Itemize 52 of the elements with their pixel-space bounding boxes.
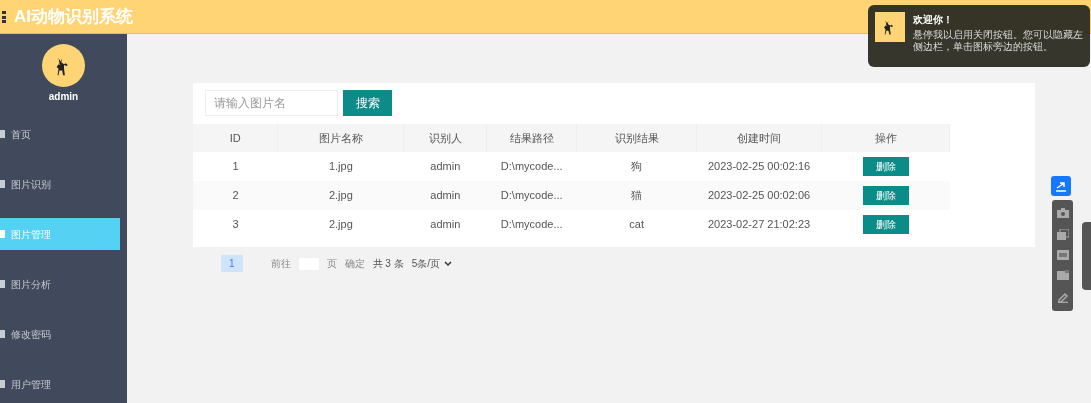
- table-cell: cat: [576, 210, 697, 239]
- images-icon[interactable]: [1056, 228, 1069, 240]
- table-cell: admin: [403, 152, 487, 181]
- toast-title: 欢迎你！: [913, 13, 954, 27]
- column-header: ID: [193, 124, 278, 152]
- sidebar-item[interactable]: 首页: [0, 118, 120, 150]
- caret-icon: [444, 260, 453, 267]
- table-cell: D:\mycode...: [486, 181, 577, 210]
- table-cell: 2023-02-25 00:02:06: [696, 181, 822, 210]
- column-header: 结果路径: [486, 124, 577, 152]
- column-header: 识别结果: [576, 124, 697, 152]
- sidebar-item[interactable]: 图片分析: [0, 268, 120, 300]
- table-cell: 3: [193, 210, 278, 239]
- delete-button[interactable]: 删除: [862, 215, 909, 234]
- table-cell: 2023-02-27 21:02:23: [696, 210, 822, 239]
- page-unit-label: 页: [326, 257, 337, 271]
- table-cell: 2023-02-25 00:02:16: [696, 152, 822, 181]
- table-cell: 2.jpg: [277, 181, 404, 210]
- table-cell: D:\mycode...: [486, 210, 577, 239]
- menu-icon[interactable]: [2, 10, 6, 23]
- table-cell: admin: [403, 181, 487, 210]
- column-header: 创建时间: [696, 124, 822, 152]
- search-button[interactable]: 搜索: [343, 90, 392, 116]
- delete-button[interactable]: 删除: [862, 157, 909, 176]
- sidebar-item[interactable]: 修改密码: [0, 318, 120, 350]
- app-title: AI动物识别系统: [14, 5, 133, 28]
- table-cell: 1: [193, 152, 278, 181]
- table-cell: admin: [403, 210, 487, 239]
- user-name: admin: [48, 90, 79, 104]
- delete-button[interactable]: 删除: [862, 186, 909, 205]
- table-cell: 猫: [576, 181, 697, 210]
- sidebar-item[interactable]: 图片识别: [0, 168, 120, 200]
- camera-icon[interactable]: [1056, 208, 1069, 219]
- page-size-select[interactable]: 5条/页: [411, 256, 453, 271]
- total-count: 共 3 条: [372, 257, 404, 271]
- table-cell: 2: [193, 181, 278, 210]
- table-cell: 2.jpg: [277, 210, 404, 239]
- arrow-icon: [1055, 180, 1067, 192]
- table-cell: 狗: [576, 152, 697, 181]
- table-cell: 1.jpg: [277, 152, 404, 181]
- column-header: 识别人: [403, 124, 487, 152]
- sidebar-item[interactable]: 用户管理: [0, 368, 120, 400]
- toast-message: 悬停我以启用关闭按钮。您可以隐藏左侧边栏，单击图标旁边的按钮。: [913, 29, 1083, 53]
- goto-label: 前往: [270, 257, 291, 271]
- search-field[interactable]: 请输入图片名: [205, 90, 338, 116]
- pen-icon[interactable]: [1056, 290, 1069, 303]
- page-number[interactable]: 1: [221, 255, 243, 272]
- table-cell: D:\mycode...: [486, 152, 577, 181]
- column-header: 操作: [821, 124, 950, 152]
- share-button[interactable]: [1051, 176, 1071, 196]
- confirm-button[interactable]: 确定: [344, 256, 365, 271]
- column-header: 图片名称: [277, 124, 404, 152]
